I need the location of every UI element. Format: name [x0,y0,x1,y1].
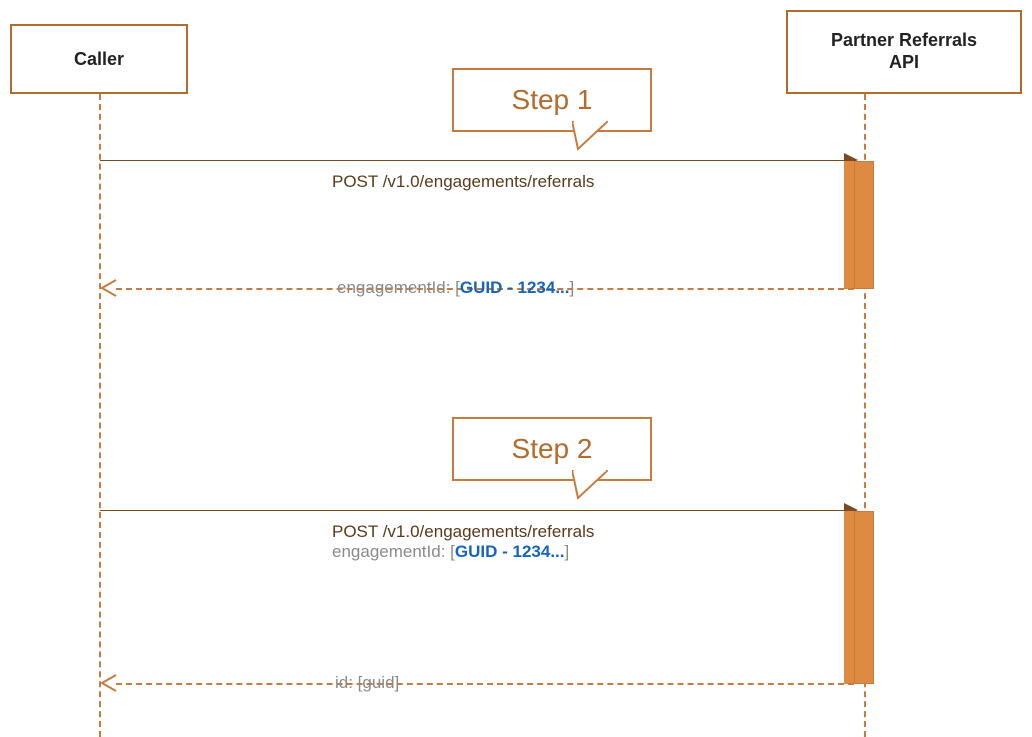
sequence-diagram: Caller Partner Referrals API Step 1 POST… [0,0,1032,737]
speech-tail-icon [572,121,608,151]
lifeline-caller [99,94,101,737]
participant-api-label-1: Partner Referrals [831,30,977,52]
msg-step2-request-line [100,510,845,511]
activation-step2 [854,511,874,684]
callout-step1: Step 1 [452,68,652,132]
activation-rim [844,511,854,684]
callout-step1-label: Step 1 [512,84,593,115]
participant-api-label-2: API [831,52,977,74]
msg-step2-response-label: id: [guid] [335,673,399,693]
participant-caller: Caller [10,24,188,94]
msg-step1-response-label: engagementId: [GUID - 1234...] [337,278,574,298]
speech-tail-icon [572,470,608,500]
callout-step2-label: Step 2 [512,433,593,464]
msg-step1-request-line [100,160,845,161]
msg-step1-request-label: POST /v1.0/engagements/referrals [332,172,594,192]
msg-step2-response-line [116,683,854,685]
participant-api: Partner Referrals API [786,10,1022,94]
callout-step2: Step 2 [452,417,652,481]
activation-rim [844,161,854,289]
participant-caller-label: Caller [74,49,124,70]
msg-step2-request-label: POST /v1.0/engagements/referrals engagem… [332,522,594,562]
activation-step1 [854,161,874,289]
